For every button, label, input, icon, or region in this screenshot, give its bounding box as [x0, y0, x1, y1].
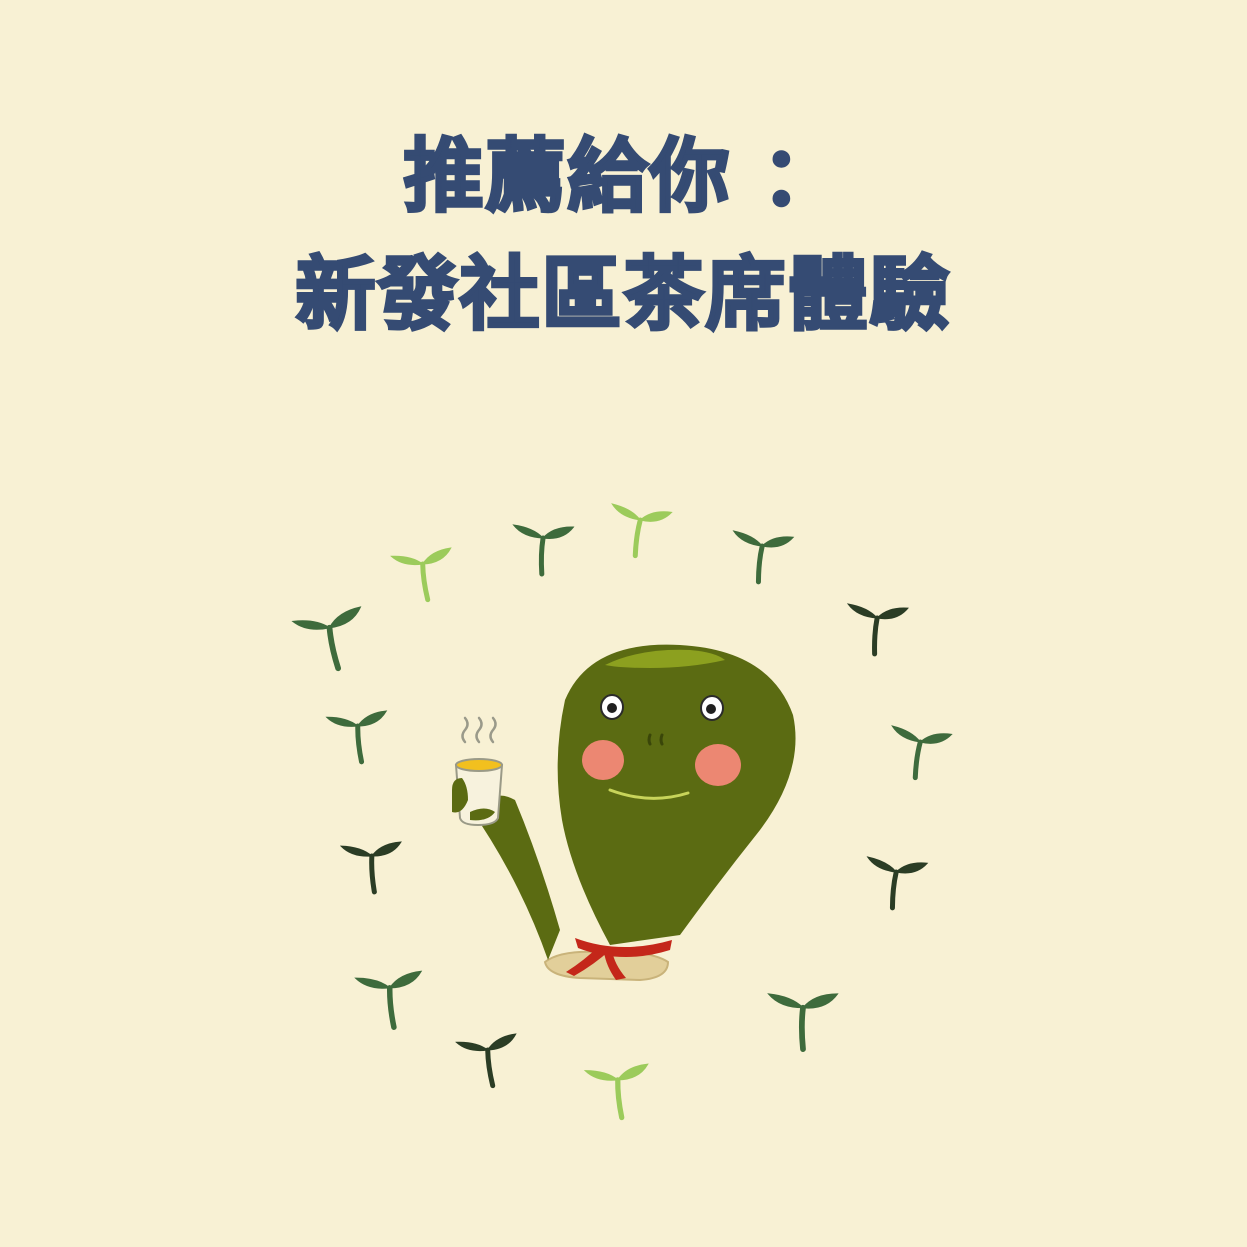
sprout-icon	[863, 857, 928, 911]
steam-icon	[461, 716, 469, 744]
sprout-icon	[769, 994, 838, 1049]
sprout-icon	[512, 525, 574, 575]
sprout-icon	[391, 548, 457, 604]
sprout-icon	[341, 842, 404, 894]
sprout-icon	[606, 504, 672, 560]
sprout-icon	[327, 711, 392, 765]
sprout-icon	[845, 604, 908, 656]
poster-canvas: 推薦給你 ： 新發社區茶席體驗	[0, 0, 1247, 1247]
sprout-icon	[456, 1034, 522, 1090]
sprout-icon	[729, 531, 794, 585]
tea-sprout-mascot-icon	[452, 644, 796, 982]
sprout-icon	[356, 971, 427, 1030]
tea-cup-icon	[452, 716, 504, 827]
sprout-icon	[886, 726, 952, 782]
mascot-cheek-left	[582, 740, 624, 780]
sprout-icon	[585, 1064, 653, 1121]
sprout-icon	[293, 607, 372, 675]
mascot-cheek-right	[695, 744, 741, 786]
tea-sprout-mascot-illustration	[0, 0, 1247, 1247]
